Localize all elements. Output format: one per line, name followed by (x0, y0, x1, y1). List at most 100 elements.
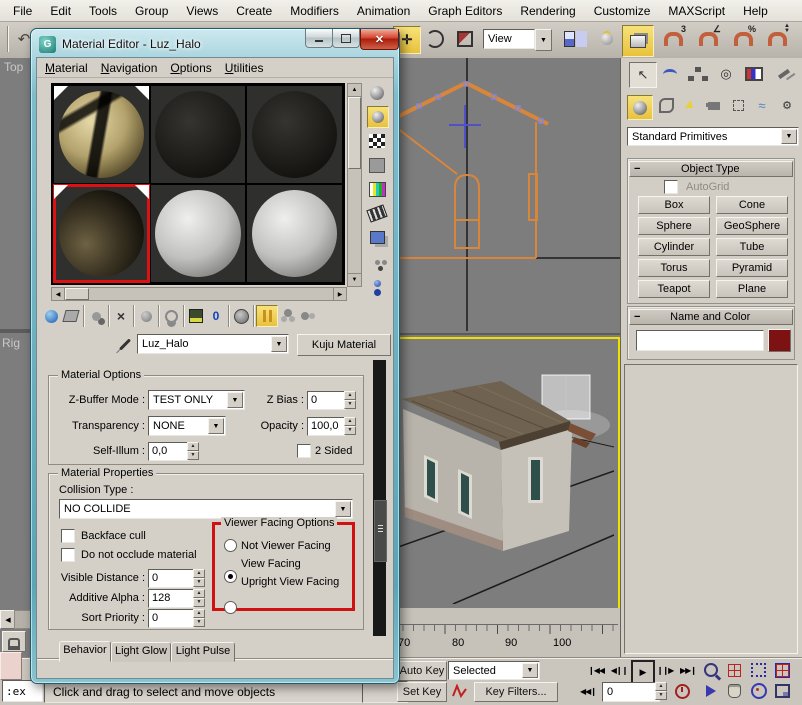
percent-snap-button[interactable]: % (730, 26, 756, 52)
sample-slot-5[interactable] (151, 185, 246, 282)
me-menu-utilities[interactable]: Utilities (221, 59, 273, 77)
category-dropdown-arrow-icon[interactable]: ▼ (781, 129, 797, 144)
button-teapot[interactable]: Teapot (638, 280, 710, 298)
menu-item-modifiers[interactable]: Modifiers (281, 1, 348, 21)
tab-motion[interactable]: ◎ (713, 62, 739, 86)
close-button[interactable]: ✕ (360, 29, 399, 50)
select-and-scale-button[interactable] (453, 26, 477, 52)
get-material-button[interactable] (41, 306, 61, 326)
tab-create[interactable]: ↖ (629, 62, 657, 88)
menu-item-graph-editors[interactable]: Graph Editors (419, 1, 511, 21)
spinner-down-icon[interactable]: ▼ (655, 691, 667, 700)
use-pivot-point-button[interactable] (556, 26, 582, 52)
additive-alpha-field[interactable]: 128 (148, 589, 195, 608)
material-id-channel-button[interactable]: 0 (206, 306, 226, 326)
background-button[interactable] (367, 131, 387, 151)
me-menu-material[interactable]: Material (41, 59, 97, 77)
scroll-up-icon[interactable]: ▲ (348, 84, 361, 97)
radio-view-facing-selected[interactable] (224, 570, 237, 583)
go-to-end-button[interactable]: ▶▶❙ (677, 662, 699, 678)
sort-priority-field[interactable]: 0 (148, 609, 195, 628)
key-mode-arrow-icon[interactable]: ▼ (522, 663, 538, 678)
viewport-label-right[interactable]: Rig (2, 336, 20, 350)
spinner-up-icon[interactable]: ▲ (655, 682, 667, 691)
tab-utilities[interactable] (771, 62, 797, 86)
additive-alpha-spinner[interactable]: ▲▼ (193, 589, 205, 607)
select-and-rotate-button[interactable] (423, 26, 447, 52)
zoom-all-button[interactable] (724, 660, 745, 680)
sample-slot-4-selected[interactable] (54, 185, 149, 282)
me-menu-options[interactable]: Options (166, 59, 220, 77)
button-plane[interactable]: Plane (716, 280, 788, 298)
time-configuration-button[interactable] (672, 682, 692, 700)
sort-priority-spinner[interactable]: ▲▼ (193, 609, 205, 627)
tab-display[interactable] (741, 62, 767, 86)
menu-item-file[interactable]: File (4, 1, 41, 21)
mini-listener-pink-pane[interactable] (0, 652, 22, 680)
zoom-extents-all-button[interactable] (772, 660, 793, 680)
scroll-thumb[interactable] (65, 288, 89, 300)
video-color-check-button[interactable] (367, 179, 387, 199)
name-color-header[interactable]: − Name and Color (629, 309, 793, 325)
frame-spinner[interactable]: ▲▼ (655, 682, 667, 700)
show-end-result-button[interactable] (256, 305, 278, 327)
me-menu-navigation[interactable]: Navigation (97, 59, 167, 77)
options-button[interactable] (367, 227, 387, 247)
sample-slot-6[interactable] (247, 185, 342, 282)
tab-behavior-active[interactable]: Behavior (59, 641, 111, 662)
opacity-field[interactable]: 100,0 (307, 417, 346, 436)
select-by-material-button[interactable] (367, 252, 387, 272)
menu-item-create[interactable]: Create (227, 1, 281, 21)
backlight-button[interactable] (367, 106, 389, 128)
material-name-dropdown[interactable]: Luz_Halo ▼ (137, 334, 289, 354)
tab-hierarchy[interactable] (685, 62, 711, 86)
sample-slot-1[interactable] (54, 86, 149, 183)
sample-type-button[interactable] (367, 83, 387, 103)
snaps-toggle-button[interactable] (622, 25, 654, 57)
visible-distance-spinner[interactable]: ▲▼ (193, 569, 205, 587)
go-to-start-button[interactable]: ❙◀◀ (585, 662, 607, 678)
scroll-down-icon[interactable]: ▼ (348, 273, 361, 286)
zbuffer-arrow-icon[interactable]: ▼ (227, 392, 243, 408)
viewport-front[interactable] (390, 58, 621, 335)
put-to-library-button[interactable] (186, 306, 206, 326)
button-sphere[interactable]: Sphere (638, 217, 710, 235)
auto-key-button[interactable]: Auto Key (397, 661, 447, 681)
button-tube[interactable]: Tube (716, 238, 788, 256)
menu-item-animation[interactable]: Animation (348, 1, 419, 21)
min-max-toggle-button[interactable] (772, 681, 793, 701)
current-frame-field[interactable]: 0 (602, 682, 660, 702)
button-geosphere[interactable]: GeoSphere (716, 217, 788, 235)
do-not-occlude-checkbox[interactable] (61, 548, 75, 562)
backface-cull-checkbox[interactable] (61, 529, 75, 543)
button-cylinder[interactable]: Cylinder (638, 238, 710, 256)
put-material-to-scene-button[interactable] (61, 306, 81, 326)
radio-upright-view-facing[interactable] (224, 601, 237, 614)
menu-item-maxscript[interactable]: MAXScript (659, 1, 734, 21)
make-material-copy-button[interactable] (136, 306, 156, 326)
assign-material-to-selection-button[interactable] (86, 306, 106, 326)
sample-uv-tiling-button[interactable] (367, 155, 387, 175)
selfillum-spinner[interactable]: ▲▼ (187, 442, 199, 460)
key-filters-button[interactable]: Key Filters... (474, 682, 558, 702)
play-animation-button[interactable]: ▶ (631, 660, 655, 684)
timeline-ruler[interactable] (392, 624, 618, 637)
params-scrollbar[interactable] (373, 360, 386, 636)
category-helpers[interactable] (727, 95, 749, 116)
collision-arrow-icon[interactable]: ▼ (335, 501, 351, 517)
angle-snap-button[interactable]: ∠ (695, 26, 721, 52)
tab-light-glow[interactable]: Light Glow (111, 642, 171, 662)
scroll-right-icon[interactable]: ▶ (333, 288, 346, 300)
make-unique-button[interactable] (161, 306, 181, 326)
menu-item-tools[interactable]: Tools (80, 1, 126, 21)
field-of-view-button[interactable] (700, 681, 721, 701)
selection-lock-toggle[interactable] (2, 631, 26, 652)
button-pyramid[interactable]: Pyramid (716, 259, 788, 277)
scroll-thumb[interactable] (348, 97, 361, 169)
reset-map-button[interactable]: × (111, 306, 131, 326)
button-box[interactable]: Box (638, 196, 710, 214)
collision-type-dropdown[interactable]: NO COLLIDE ▼ (59, 499, 353, 519)
button-cone[interactable]: Cone (716, 196, 788, 214)
menu-item-help[interactable]: Help (734, 1, 777, 21)
select-and-manipulate-button[interactable] (596, 26, 618, 52)
